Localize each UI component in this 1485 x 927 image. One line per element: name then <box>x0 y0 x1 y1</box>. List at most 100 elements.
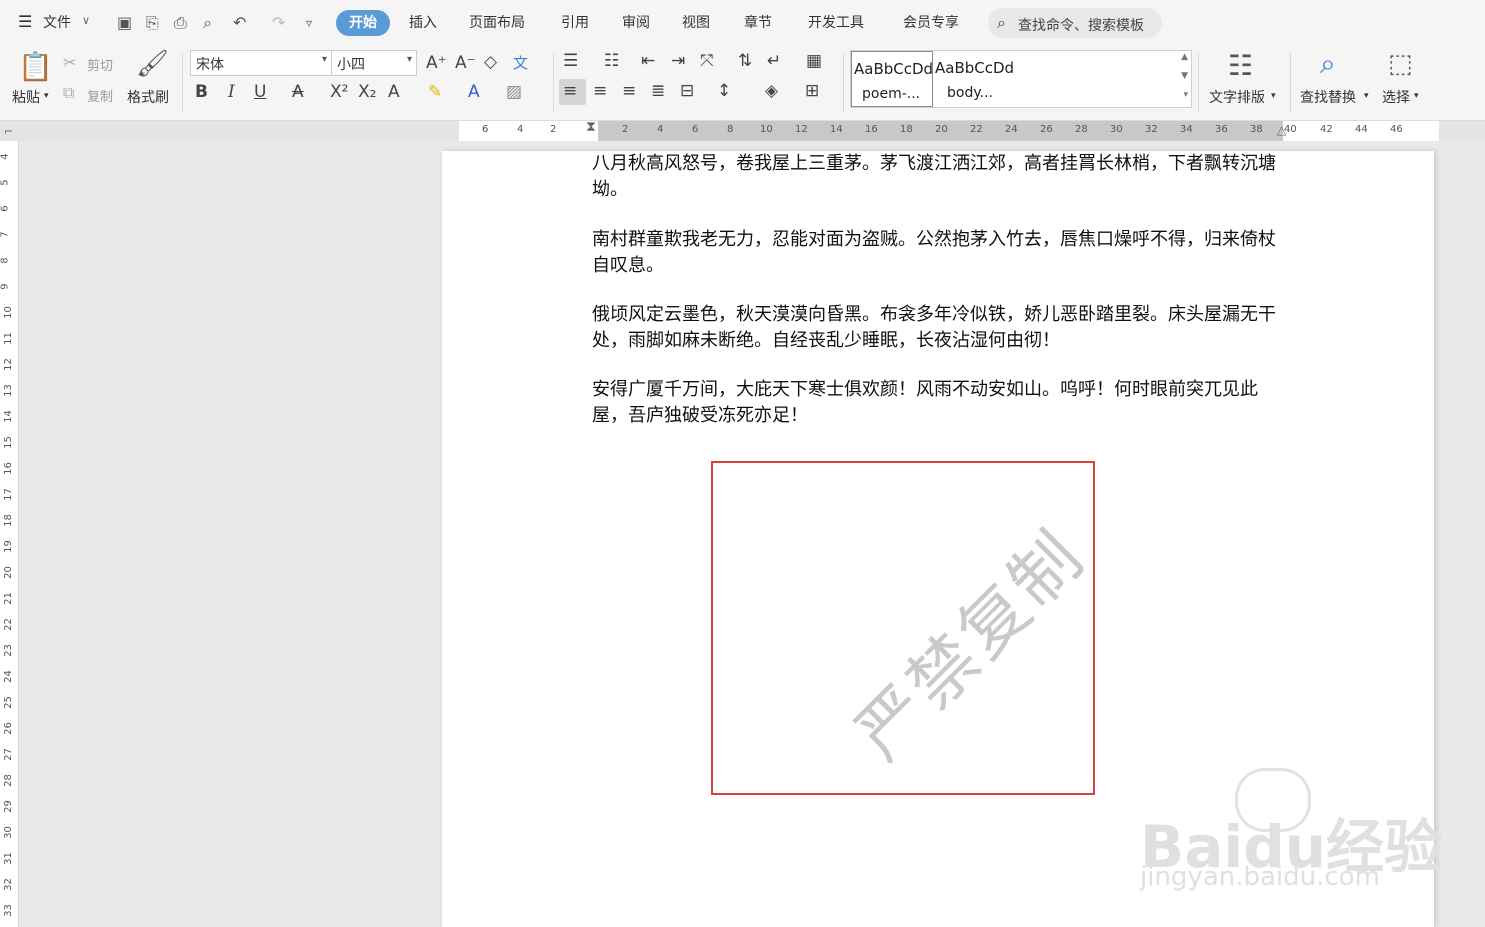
poem-paragraph[interactable]: 八月秋高风怒号，卷我屋上三重茅。茅飞渡江洒江郊，高者挂罥长林梢，下者飘转沉塘坳。 <box>592 151 1287 203</box>
tab-references[interactable]: 引用 <box>561 12 589 32</box>
ruler-tick-label: 10 <box>760 124 773 135</box>
chevron-down-icon[interactable]: ▾ <box>1271 91 1276 101</box>
chevron-down-icon[interactable]: ▾ <box>1364 91 1369 101</box>
command-search[interactable]: ⌕ 查找命令、搜索模板 <box>988 8 1162 38</box>
divider <box>1198 53 1199 113</box>
clear-format-icon[interactable]: ◇ <box>484 52 497 72</box>
decrease-indent-icon[interactable]: ⇤ <box>641 51 655 71</box>
tab-section[interactable]: 章节 <box>744 12 772 32</box>
numbered-list-icon[interactable]: ☷ <box>604 51 619 71</box>
ruler-tick-label: 12 <box>2 358 14 371</box>
ruler-tick-label: 22 <box>2 618 14 631</box>
phonetic-guide-icon[interactable]: 文 <box>513 52 528 73</box>
search-placeholder: 查找命令、搜索模板 <box>1018 18 1144 34</box>
tab-developer[interactable]: 开发工具 <box>808 12 864 32</box>
bullet-list-icon[interactable]: ☰ <box>563 51 578 71</box>
shrink-font-icon[interactable]: A⁻ <box>455 53 476 73</box>
ruler-tick-label: 34 <box>1180 124 1193 135</box>
justify-icon[interactable]: ≣ <box>651 81 665 101</box>
copy-button[interactable]: 复制 <box>87 86 113 105</box>
shading-icon[interactable]: ◈ <box>765 81 778 101</box>
scissors-icon[interactable]: ✂ <box>63 53 76 72</box>
text-layout-icon[interactable]: ☷ <box>1228 49 1253 82</box>
poem-paragraph[interactable]: 南村群童欺我老无力，忍能对面为盗贼。公然抱茅入竹去，唇焦口燥呼不得，归来倚杖自叹… <box>592 227 1287 279</box>
redo-icon[interactable]: ↷ <box>272 13 285 32</box>
style-poem[interactable]: AaBbCcDd poem-... <box>851 51 933 107</box>
show-marks-icon[interactable]: ↵ <box>767 51 781 71</box>
save-icon[interactable]: ▣ <box>117 13 132 32</box>
underline-icon[interactable]: U <box>254 82 266 102</box>
print-icon[interactable]: ⎙ <box>174 13 187 33</box>
style-body[interactable]: AaBbCcDd body... <box>933 51 1023 105</box>
find-replace-icon[interactable]: ⌕ <box>1320 47 1336 81</box>
select-cursor-icon[interactable]: ⬚ <box>1388 49 1413 79</box>
tab-member[interactable]: 会员专享 <box>903 12 959 32</box>
expand-gallery-icon[interactable]: ▾ <box>1183 90 1188 100</box>
align-right-icon[interactable]: ≡ <box>622 81 636 101</box>
borders-icon[interactable]: ⊞ <box>805 81 819 101</box>
highlight-icon[interactable]: ✎ <box>428 82 442 102</box>
search-icon: ⌕ <box>997 13 1006 32</box>
ruler-tick-label: 17 <box>2 488 14 501</box>
tab-view[interactable]: 视图 <box>682 12 710 32</box>
find-replace-button[interactable]: 查找替换 <box>1300 87 1356 107</box>
tab-home[interactable]: 开始 <box>336 10 390 36</box>
font-color-icon[interactable]: A <box>468 82 480 102</box>
scroll-up-icon[interactable]: ▲ <box>1181 52 1188 62</box>
undo-icon[interactable]: ↶ <box>233 13 246 32</box>
chevron-down-icon[interactable]: ▾ <box>44 91 49 101</box>
indent-marker[interactable]: ⧗ <box>586 119 596 135</box>
ruler-tick-label: 6 <box>692 124 699 135</box>
style-name: body... <box>947 85 993 101</box>
scroll-down-icon[interactable]: ▼ <box>1181 71 1188 81</box>
chevron-down-icon[interactable]: ∨ <box>82 14 90 27</box>
poem-paragraph[interactable]: 俄顷风定云墨色，秋天漠漠向昏黑。布衾多年冷似铁，娇儿恶卧踏里裂。床头屋漏无干处，… <box>592 302 1287 354</box>
strikethrough-icon[interactable]: A <box>292 82 304 102</box>
char-border-icon[interactable]: ▨ <box>506 82 522 102</box>
print-preview-icon[interactable]: ⌕ <box>203 13 212 33</box>
italic-icon[interactable]: I <box>228 82 235 102</box>
output-icon[interactable]: ⎘ <box>146 13 159 33</box>
ruler-tick-label: 11 <box>2 332 14 345</box>
right-indent-marker[interactable]: △ <box>1277 123 1286 137</box>
format-painter-icon[interactable]: 🖌 <box>136 49 169 79</box>
superscript-icon[interactable]: X² <box>330 82 348 102</box>
align-center-icon[interactable]: ≡ <box>593 81 607 101</box>
bold-icon[interactable]: B <box>195 82 208 102</box>
customize-toolbar-icon[interactable]: ▿ <box>306 16 312 30</box>
select-button[interactable]: 选择 <box>1382 87 1410 107</box>
horizontal-ruler[interactable]: ⌐ 6 4 2 2 4 6 8 10 12 14 16 18 20 22 24 26 28 30 32 34 36 38 4… <box>0 119 1485 141</box>
file-menu[interactable]: 文件 <box>43 12 71 32</box>
ruler-tick-label: 42 <box>1320 124 1333 135</box>
hamburger-icon[interactable]: ☰ <box>18 12 32 31</box>
chevron-down-icon[interactable]: ▾ <box>1414 91 1419 101</box>
sort-icon[interactable]: ⇅ <box>738 51 752 71</box>
ruler-tick-label: 12 <box>795 124 808 135</box>
font-size-select[interactable]: 小四 ▾ <box>331 50 417 76</box>
tab-stop-selector[interactable]: ⌐ <box>4 125 13 138</box>
font-name-select[interactable]: 宋体 ▾ <box>190 50 332 76</box>
paste-button[interactable]: 粘贴 <box>12 87 40 107</box>
font-size-value: 小四 <box>337 57 365 73</box>
ruler-tick-label: 29 <box>2 800 14 813</box>
subscript-icon[interactable]: X₂ <box>358 82 376 102</box>
increase-indent-icon[interactable]: ⇥ <box>671 51 685 71</box>
text-effect-icon[interactable]: A <box>388 82 400 102</box>
table-grid-icon[interactable]: ▦ <box>806 51 822 71</box>
chinese-layout-icon[interactable]: ⤧ <box>700 51 714 71</box>
vertical-ruler[interactable]: 4 5 6 7 8 9 10 11 12 13 14 15 16 17 18 19 20 21 22 23 24 25 26… <box>0 141 19 927</box>
distributed-icon[interactable]: ⊟ <box>680 81 694 101</box>
paste-icon[interactable]: 📋 <box>18 50 53 83</box>
grow-font-icon[interactable]: A⁺ <box>426 53 447 73</box>
text-layout-button[interactable]: 文字排版 <box>1209 87 1265 107</box>
tab-insert[interactable]: 插入 <box>409 12 437 32</box>
format-painter-button[interactable]: 格式刷 <box>127 87 169 107</box>
copy-icon[interactable]: ⧉ <box>63 83 74 103</box>
tab-page-layout[interactable]: 页面布局 <box>469 12 525 32</box>
poem-paragraph[interactable]: 安得广厦千万间，大庇天下寒士俱欢颜！风雨不动安如山。呜呼！何时眼前突兀见此屋，吾… <box>592 377 1287 429</box>
align-left-icon[interactable]: ≡ <box>563 81 577 101</box>
ruler-tick-label: 22 <box>970 124 983 135</box>
cut-button[interactable]: 剪切 <box>87 55 113 74</box>
tab-review[interactable]: 审阅 <box>622 12 650 32</box>
line-spacing-icon[interactable]: ↕ <box>717 81 731 101</box>
